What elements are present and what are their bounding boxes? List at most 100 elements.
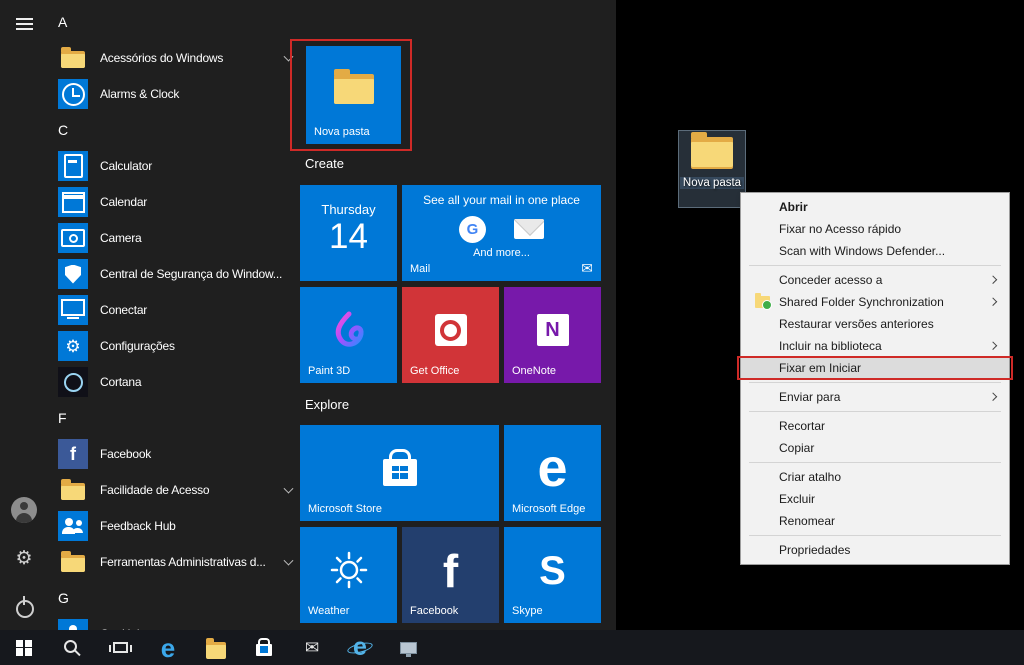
tile-label: OneNote [512,365,557,377]
power-button[interactable] [0,582,48,630]
context-menu-item-restore-versions[interactable]: Restaurar versões anteriores [741,313,1009,335]
app-item-cortana[interactable]: Cortana [48,364,300,400]
taskbar-computer-button[interactable] [384,630,432,665]
context-menu-item-delete[interactable]: Excluir [741,488,1009,510]
taskbar-edge-button[interactable]: e [144,630,192,665]
app-item-get-help[interactable]: Get Help [48,616,300,630]
start-menu: ⚙ A Acessórios do Windows Alarms & Clock… [0,0,616,630]
app-item-settings[interactable]: ⚙ Configurações [48,328,300,364]
user-account-button[interactable] [0,486,48,534]
app-item-label: Configurações [100,339,175,353]
context-menu-item-rename[interactable]: Renomear [741,510,1009,532]
section-header-g[interactable]: G [48,580,300,616]
taskbar-ie-button[interactable]: e [336,630,384,665]
context-menu-item-pin-quick-access[interactable]: Fixar no Acesso rápido [741,218,1009,240]
tile-label: Microsoft Edge [512,503,586,515]
app-item-windows-security[interactable]: Central de Segurança do Window... [48,256,300,292]
calculator-icon [58,151,88,181]
tile-edge[interactable]: e Microsoft Edge [504,425,601,521]
submenu-arrow-icon [988,297,998,306]
tile-store[interactable]: Microsoft Store [300,425,499,521]
gear-icon: ⚙ [15,547,33,569]
section-header-a[interactable]: A [48,4,300,40]
context-menu-item-copy[interactable]: Copiar [741,437,1009,459]
menu-item-label: Restaurar versões anteriores [779,317,934,331]
mail-envelope-icon: ✉ [304,638,320,657]
app-item-ease-of-access[interactable]: Facilidade de Acesso [48,472,300,508]
tile-weather[interactable]: Weather [300,527,397,623]
context-menu-item-properties[interactable]: Propriedades [741,539,1009,561]
app-item-windows-accessories[interactable]: Acessórios do Windows [48,40,300,76]
expand-menu-button[interactable] [0,0,48,48]
app-item-label: Feedback Hub [100,519,176,533]
app-item-feedback-hub[interactable]: Feedback Hub [48,508,300,544]
context-menu-item-scan-defender[interactable]: Scan with Windows Defender... [741,240,1009,262]
computer-monitor-icon [399,641,417,657]
app-item-connect[interactable]: Conectar [48,292,300,328]
submenu-arrow-icon [988,341,998,350]
tile-facebook[interactable]: f Facebook [402,527,499,623]
settings-button[interactable]: ⚙ [0,534,48,582]
context-menu-item-send-to[interactable]: Enviar para [741,386,1009,408]
chevron-down-icon[interactable] [283,555,294,566]
context-menu: Abrir Fixar no Acesso rápido Scan with W… [737,192,1013,565]
submenu-arrow-icon [988,275,998,284]
app-item-calculator[interactable]: Calculator [48,148,300,184]
menu-separator [749,535,1001,536]
taskbar-search-button[interactable] [48,630,96,665]
connect-icon [58,295,88,325]
section-header-f[interactable]: F [48,400,300,436]
section-header-c[interactable]: C [48,112,300,148]
context-menu-item-include-library[interactable]: Incluir na biblioteca [741,335,1009,357]
shield-icon [58,259,88,289]
search-icon [64,639,77,653]
desktop-icon-nova-pasta[interactable]: Nova pasta [678,130,746,208]
tile-group-create[interactable]: Create [305,156,344,171]
menu-item-label: Excluir [779,492,816,506]
folder-icon [691,132,733,169]
taskbar-taskview-button[interactable] [96,630,144,665]
office-icon [434,314,467,346]
app-item-alarms-clock[interactable]: Alarms & Clock [48,76,300,112]
tile-paint3d[interactable]: Paint 3D [300,287,397,383]
context-menu-item-pin-to-start[interactable]: Fixar em Iniciar [737,356,1013,380]
taskbar-start-button[interactable] [0,630,48,665]
task-view-icon [108,642,132,653]
context-menu-item-shared-folder-sync[interactable]: Shared Folder Synchronization [741,291,1009,313]
menu-separator [749,411,1001,412]
menu-item-label: Fixar em Iniciar [779,361,862,375]
taskbar-mail-button[interactable]: ✉ [288,630,336,665]
context-menu-item-open[interactable]: Abrir [741,196,1009,218]
tile-mail[interactable]: See all your mail in one place G And mor… [402,185,601,281]
camera-icon [58,223,88,253]
app-list: A Acessórios do Windows Alarms & Clock C… [48,4,300,630]
app-item-admin-tools[interactable]: Ferramentas Administrativas d... [48,544,300,580]
calendar-day: 14 [329,217,368,256]
app-item-facebook[interactable]: f Facebook [48,436,300,472]
context-menu-item-cut[interactable]: Recortar [741,415,1009,437]
context-menu-item-create-shortcut[interactable]: Criar atalho [741,466,1009,488]
envelope-icon: ✉ [581,260,593,276]
context-menu-item-grant-access[interactable]: Conceder acesso a [741,269,1009,291]
tile-skype[interactable]: S Skype [504,527,601,623]
menu-item-label: Fixar no Acesso rápido [779,222,902,236]
taskbar-store-button[interactable] [240,630,288,665]
app-item-camera[interactable]: Camera [48,220,300,256]
store-bag-icon [256,643,272,656]
mail-headline: See all your mail in one place [423,193,580,207]
tile-onenote[interactable]: N OneNote [504,287,601,383]
section-letter: C [58,122,69,138]
mail-more-text: And more... [473,247,530,259]
taskbar-explorer-button[interactable] [192,630,240,665]
tile-label: Facebook [410,605,459,617]
app-item-calendar[interactable]: Calendar [48,184,300,220]
menu-item-label: Renomear [779,514,836,528]
chevron-down-icon[interactable] [283,483,294,494]
tile-calendar[interactable]: Thursday 14 [300,185,397,281]
tile-get-office[interactable]: Get Office [402,287,499,383]
gear-icon: ⚙ [65,336,81,356]
cortana-icon [58,367,88,397]
tile-group-explore[interactable]: Explore [305,397,349,412]
menu-item-label: Incluir na biblioteca [779,339,882,353]
skype-icon: S [539,549,566,593]
